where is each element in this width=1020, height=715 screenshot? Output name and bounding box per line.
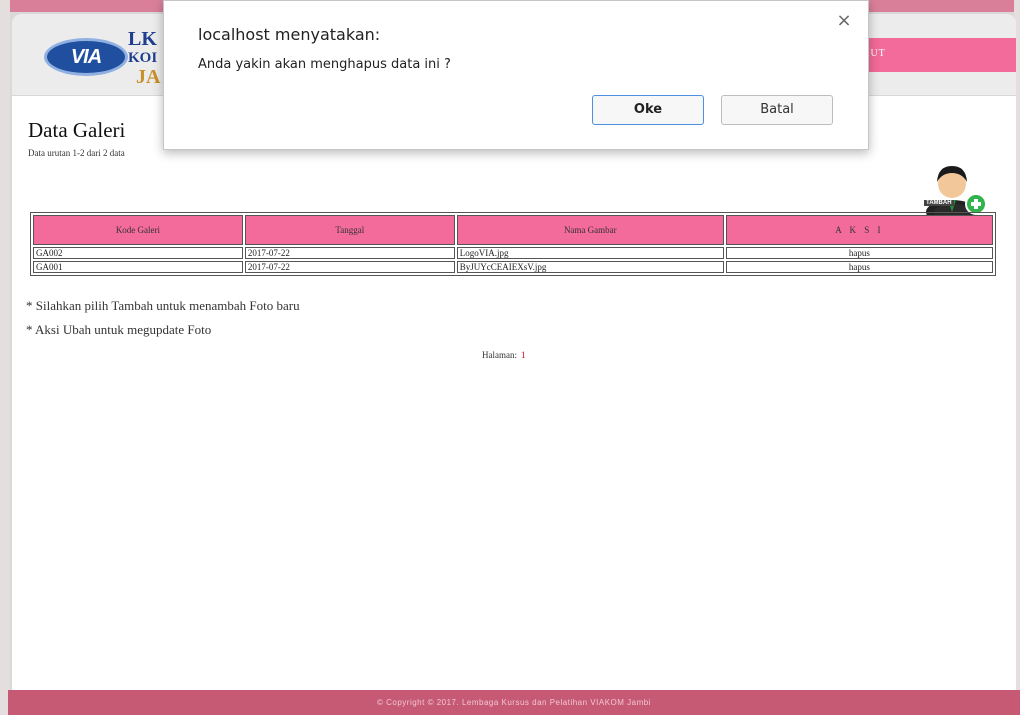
ok-button[interactable]: Oke [592, 95, 704, 125]
brand-line-2: KOI [128, 50, 158, 66]
record-count-text: Data urutan 1-2 dari 2 data [28, 148, 125, 158]
add-button-label[interactable]: TAMBAH [924, 200, 954, 206]
table-row: GA001 2017-07-22 ByJUYcCEAIEXsV.jpg hapu… [33, 261, 993, 273]
site-footer: © Copyright © 2017. Lembaga Kursus dan P… [8, 690, 1020, 715]
page-number-link[interactable]: 1 [521, 350, 526, 360]
hapus-link[interactable]: hapus [725, 247, 993, 259]
pagination: Halaman: 1 [482, 350, 526, 360]
logo-text: VIA [70, 45, 102, 68]
table-header-row: Kode Galeri Tanggal Nama Gambar A K S I [33, 215, 993, 245]
col-aksi: A K S I [725, 215, 993, 245]
col-nama-gambar: Nama Gambar [456, 215, 724, 245]
page-title: Data Galeri [28, 118, 126, 142]
pagination-label: Halaman: [482, 350, 517, 360]
cancel-button[interactable]: Batal [721, 95, 833, 125]
note-tambah: * Silahkan pilih Tambah untuk menambah F… [26, 298, 300, 313]
close-icon[interactable]: × [834, 11, 854, 31]
dialog-message: Anda yakin akan menghapus data ini ? [198, 57, 451, 72]
cell-kode: GA002 [33, 247, 243, 259]
col-tanggal: Tanggal [244, 215, 455, 245]
cell-tanggal: 2017-07-22 [244, 247, 455, 259]
cell-nama-gambar: ByJUYcCEAIEXsV.jpg [456, 261, 724, 273]
cell-kode: GA001 [33, 261, 243, 273]
cell-tanggal: 2017-07-22 [244, 261, 455, 273]
dialog-title: localhost menyatakan: [198, 25, 381, 44]
cell-nama-gambar: LogoVIA.jpg [456, 247, 724, 259]
site-logo[interactable]: VIA [44, 38, 128, 76]
note-ubah: * Aksi Ubah untuk megupdate Foto [26, 322, 212, 337]
brand-line-3: JA [136, 66, 161, 88]
confirm-dialog: localhost menyatakan: × Anda yakin akan … [163, 0, 869, 150]
footer-copyright: © Copyright © 2017. Lembaga Kursus dan P… [377, 698, 651, 707]
table-row: GA002 2017-07-22 LogoVIA.jpg hapus [33, 247, 993, 259]
hapus-link[interactable]: hapus [725, 261, 993, 273]
add-user-icon[interactable] [920, 160, 988, 218]
col-kode-galeri: Kode Galeri [33, 215, 243, 245]
gallery-table: Kode Galeri Tanggal Nama Gambar A K S I … [30, 212, 996, 276]
window-left-border [0, 0, 10, 715]
brand-line-1: LK [128, 28, 157, 50]
